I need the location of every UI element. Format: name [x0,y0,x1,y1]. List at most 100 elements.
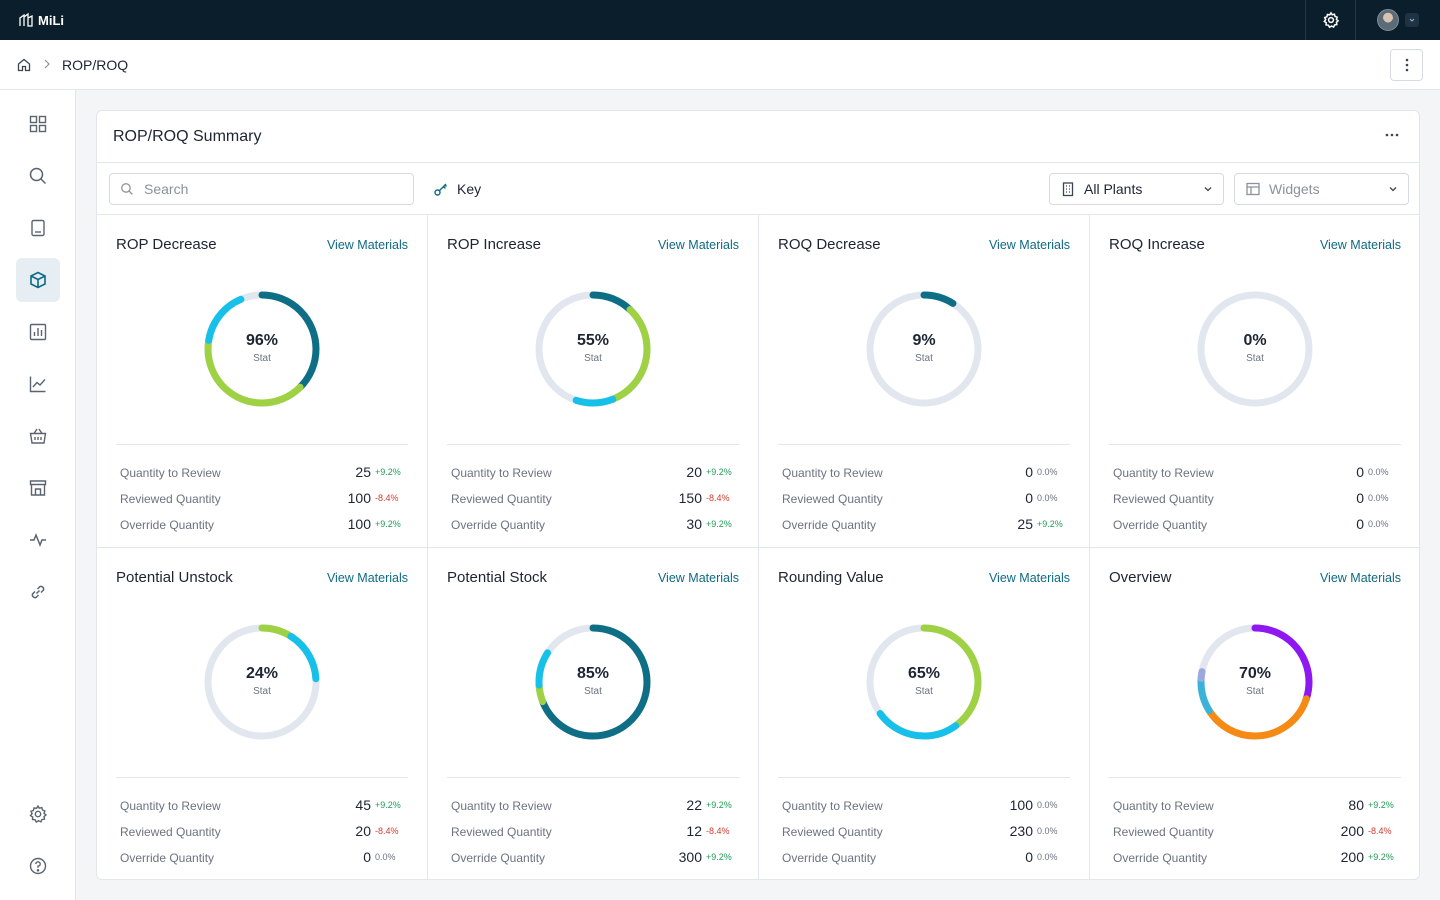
sidebar-item-settings[interactable] [16,792,60,836]
sidebar-item-trends[interactable] [16,362,60,406]
view-materials-link[interactable]: View Materials [1320,571,1401,585]
stat-value: 25 [355,464,371,480]
stat-label: Reviewed Quantity [451,492,552,506]
stat-delta: +9.2% [1368,852,1394,862]
stat-row: Quantity to Review 80 +9.2% [1113,797,1398,815]
chevron-right-icon [44,59,50,69]
summary-card: Overview View Materials 70% Stat Quantity to… [1090,548,1419,879]
settings-button[interactable] [1305,0,1355,40]
stat-value: 30 [686,516,702,532]
stat-label: Quantity to Review [782,799,883,813]
donut-caption: Stat [253,686,271,697]
stat-label: Override Quantity [782,518,877,532]
stat-label: Reviewed Quantity [1113,492,1214,506]
page-menu-button[interactable] [1390,49,1423,81]
stat-label: Quantity to Review [782,466,883,480]
sidebar-item-catalog[interactable] [16,206,60,250]
stat-delta: +9.2% [1368,800,1394,810]
view-materials-link[interactable]: View Materials [989,571,1070,585]
key-button[interactable]: Key [433,173,481,205]
donut-percentage: 85% [576,665,610,682]
box-icon [30,271,46,289]
building-icon [1062,182,1074,197]
plants-select[interactable]: All Plants [1049,173,1224,205]
stat-delta: -8.4% [375,493,399,503]
stat-row: Quantity to Review 100 0.0% [782,797,1067,815]
view-materials-link[interactable]: View Materials [658,238,739,252]
stat-delta: 0.0% [1037,493,1058,503]
divider [1109,777,1401,778]
stat-label: Quantity to Review [451,799,552,813]
search-input[interactable] [144,181,384,197]
stat-row: Override Quantity 30 +9.2% [451,516,736,534]
stat-label: Override Quantity [1113,851,1208,865]
basket-icon [29,428,47,444]
stat-row: Reviewed Quantity 200 -8.4% [1113,823,1398,841]
donut-percentage: 55% [576,332,610,349]
stat-label: Override Quantity [451,851,546,865]
stat-value: 200 [1340,849,1364,865]
home-icon[interactable] [16,57,32,73]
search-icon [29,167,47,185]
search-box[interactable] [109,173,414,205]
panel-more-button[interactable] [1377,125,1407,145]
donut-caption: Stat [1246,353,1264,364]
stat-row: Reviewed Quantity 0 0.0% [1113,490,1398,508]
stat-label: Reviewed Quantity [120,825,221,839]
stat-delta: 0.0% [1368,467,1389,477]
widgets-select[interactable]: Widgets [1234,173,1409,205]
sidebar-item-integrations[interactable] [16,570,60,614]
table-icon [1246,182,1260,196]
sidebar-item-orders[interactable] [16,414,60,458]
key-icon [434,183,447,196]
card-title: ROP Decrease [116,236,217,253]
summary-card: ROP Increase View Materials 55% Stat Quantit… [428,215,759,548]
logo-icon [19,12,33,27]
sidebar-item-reports[interactable] [16,310,60,354]
user-menu[interactable] [1355,0,1440,40]
divider [1109,444,1401,445]
plants-select-value: All Plants [1084,181,1143,197]
sidebar-item-activity[interactable] [16,518,60,562]
view-materials-link[interactable]: View Materials [1320,238,1401,252]
stat-row: Reviewed Quantity 150 -8.4% [451,490,736,508]
sidebar-item-help[interactable] [16,844,60,888]
stat-delta: +9.2% [706,519,732,529]
view-materials-link[interactable]: View Materials [327,238,408,252]
stat-label: Reviewed Quantity [120,492,221,506]
stat-value: 22 [686,797,702,813]
app-logo[interactable]: MiLi [18,10,64,30]
bar-chart-icon [29,323,47,341]
chevron-down-icon [1405,13,1419,27]
view-materials-link[interactable]: View Materials [658,571,739,585]
stat-row: Reviewed Quantity 0 0.0% [782,490,1067,508]
stat-value: 25 [1017,516,1033,532]
chevron-down-icon [1389,187,1397,192]
stat-row: Override Quantity 300 +9.2% [451,849,736,867]
stat-value: 0 [363,849,371,865]
stat-label: Override Quantity [782,851,877,865]
stat-value: 45 [355,797,371,813]
donut-caption: Stat [915,686,933,697]
sidebar-item-plants[interactable] [16,466,60,510]
stat-value: 0 [1356,516,1364,532]
view-materials-link[interactable]: View Materials [327,571,408,585]
donut-percentage: 70% [1238,665,1272,682]
sidebar-item-search[interactable] [16,154,60,198]
divider [447,444,739,445]
sidebar-item-dashboard[interactable] [16,102,60,146]
stat-value: 0 [1025,849,1033,865]
help-icon [29,857,47,875]
stat-delta: 0.0% [1037,800,1058,810]
summary-panel: ROP/ROQ Summary Key All Plants Widgets [96,110,1420,880]
view-materials-link[interactable]: View Materials [989,238,1070,252]
stat-delta: 0.0% [1037,467,1058,477]
sidebar-item-rop-roq[interactable] [16,258,60,302]
stat-label: Reviewed Quantity [782,492,883,506]
stat-value: 20 [686,464,702,480]
stat-label: Reviewed Quantity [782,825,883,839]
stat-row: Override Quantity 0 0.0% [782,849,1067,867]
chevron-down-icon [1204,187,1212,192]
stat-row: Override Quantity 100 +9.2% [120,516,405,534]
stat-value: 0 [1356,490,1364,506]
